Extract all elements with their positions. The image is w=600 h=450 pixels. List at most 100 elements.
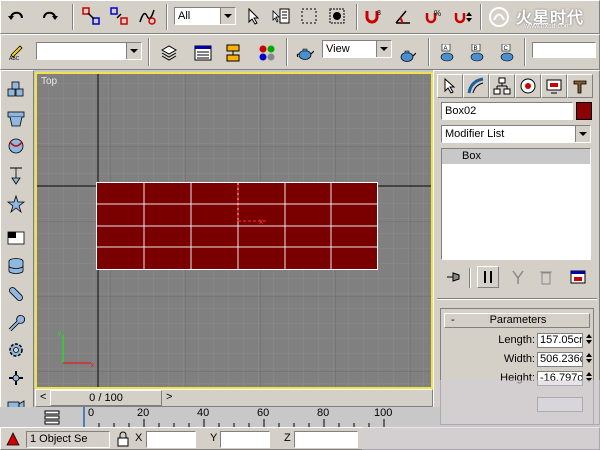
teapot-c-button[interactable]: C bbox=[496, 42, 518, 64]
remove-modifier-button[interactable] bbox=[535, 266, 557, 288]
modifier-stack[interactable]: Box bbox=[441, 148, 591, 260]
redo-button[interactable] bbox=[38, 5, 60, 27]
undo-button[interactable] bbox=[6, 5, 28, 27]
angle-snap-button[interactable] bbox=[392, 5, 414, 27]
selection-filter-value: All bbox=[178, 10, 191, 22]
show-end-result-button[interactable] bbox=[477, 266, 499, 288]
redo-icon bbox=[43, 11, 58, 20]
curve-editor-button[interactable] bbox=[192, 42, 214, 64]
object-color-swatch[interactable] bbox=[576, 102, 592, 120]
teapot-a-button[interactable]: A bbox=[436, 42, 458, 64]
tab-particles[interactable] bbox=[4, 282, 28, 306]
width-field[interactable]: 506.236c bbox=[537, 352, 583, 367]
tab-cylinder[interactable] bbox=[4, 254, 28, 278]
tick-label: 60 bbox=[257, 407, 270, 419]
maxscript-listener-button[interactable] bbox=[4, 430, 22, 448]
spinner-snap-button[interactable] bbox=[452, 5, 474, 27]
shapes-icon bbox=[7, 111, 25, 127]
tab-objects[interactable] bbox=[4, 78, 28, 102]
named-selection-button[interactable]: ABC bbox=[6, 40, 28, 62]
viewport-top[interactable]: Top x y x bbox=[35, 72, 433, 389]
tab-modifiers[interactable] bbox=[4, 226, 28, 250]
select-by-name-button[interactable] bbox=[270, 5, 292, 27]
track-bar[interactable]: 0 20 40 60 80 100 bbox=[0, 407, 440, 427]
time-next-button[interactable]: > bbox=[166, 391, 172, 403]
viewport-label[interactable]: Top bbox=[41, 76, 57, 87]
lock-icon bbox=[117, 431, 129, 447]
region-select-button[interactable] bbox=[298, 5, 320, 27]
length-spinner[interactable] bbox=[584, 333, 593, 348]
time-slider-thumb[interactable]: 0 / 100 bbox=[50, 390, 162, 406]
tab-compounds[interactable] bbox=[4, 134, 28, 158]
pin-stack-button[interactable] bbox=[443, 266, 465, 288]
width-row: Width: 506.236c bbox=[441, 352, 595, 368]
box-segments: x bbox=[97, 183, 377, 269]
pin-icon bbox=[447, 272, 460, 282]
display-icon bbox=[546, 79, 562, 94]
bind-space-warp-button[interactable] bbox=[136, 5, 158, 27]
panel-divider bbox=[437, 298, 597, 300]
tab-display[interactable] bbox=[541, 74, 567, 98]
box-object[interactable]: x bbox=[96, 182, 378, 270]
time-prev-button[interactable]: < bbox=[40, 391, 46, 403]
y-coord-field[interactable] bbox=[220, 431, 270, 448]
teapot-b-button[interactable]: B bbox=[466, 42, 488, 64]
chevron-down-icon bbox=[575, 126, 590, 142]
render-button[interactable] bbox=[294, 42, 316, 64]
filters-button[interactable] bbox=[42, 407, 62, 427]
tab-dynamics[interactable] bbox=[4, 338, 28, 362]
material-editor-button[interactable] bbox=[256, 42, 278, 64]
named-selection-sets-dropdown[interactable] bbox=[36, 42, 142, 60]
layers-button[interactable] bbox=[158, 42, 180, 64]
track-view-icon bbox=[194, 45, 212, 61]
quick-render-button[interactable] bbox=[396, 44, 418, 66]
percent-snap-icon: % bbox=[425, 9, 441, 24]
svg-text:x: x bbox=[91, 363, 94, 369]
select-object-button[interactable] bbox=[242, 5, 264, 27]
schematic-view-button[interactable] bbox=[222, 42, 244, 64]
toolbar-separator bbox=[428, 38, 430, 66]
z-coord-field[interactable] bbox=[294, 431, 358, 448]
percent-snap-button[interactable]: % bbox=[422, 5, 444, 27]
tab-lights[interactable] bbox=[4, 164, 28, 188]
make-unique-button[interactable] bbox=[507, 266, 529, 288]
unlink-selection-button[interactable] bbox=[108, 5, 130, 27]
modifier-list-dropdown[interactable]: Modifier List bbox=[441, 125, 591, 143]
object-name-field[interactable]: Box02 bbox=[441, 102, 573, 120]
end-result-icon bbox=[484, 271, 492, 283]
tab-bones[interactable] bbox=[4, 366, 28, 390]
tab-utilities[interactable] bbox=[567, 74, 593, 98]
length-field[interactable]: 157.05cr bbox=[537, 333, 583, 348]
tab-shapes[interactable] bbox=[4, 106, 28, 130]
tab-reactors[interactable] bbox=[4, 310, 28, 334]
tab-hierarchy[interactable] bbox=[489, 74, 515, 98]
snap-toggle-button[interactable]: 3 bbox=[362, 5, 384, 27]
teapot-b-icon: B bbox=[470, 44, 484, 62]
stack-item-box[interactable]: Box bbox=[442, 149, 590, 164]
filters-icon bbox=[44, 410, 60, 425]
window-crossing-button[interactable] bbox=[326, 5, 348, 27]
selection-filter-dropdown[interactable]: All bbox=[174, 7, 236, 25]
configure-sets-button[interactable] bbox=[567, 266, 589, 288]
teapot-icon bbox=[296, 48, 314, 60]
toolbar-separator bbox=[166, 4, 168, 30]
reference-coordinate-dropdown[interactable]: View bbox=[322, 40, 392, 58]
select-by-name-icon bbox=[272, 8, 290, 24]
selection-lock-button[interactable] bbox=[114, 430, 132, 448]
parameters-rollout-header[interactable]: - Parameters bbox=[444, 313, 590, 328]
configure-icon bbox=[570, 270, 586, 284]
x-coord-field[interactable] bbox=[146, 431, 196, 448]
unlink-icon bbox=[110, 7, 128, 25]
tab-helpers[interactable] bbox=[4, 192, 28, 216]
z-coord-label: Z bbox=[284, 432, 291, 444]
tab-modify[interactable] bbox=[463, 74, 489, 98]
tick-label: 80 bbox=[317, 407, 330, 419]
magnet-3-icon: 3 bbox=[365, 10, 381, 24]
select-and-link-button[interactable] bbox=[80, 5, 102, 27]
tab-motion[interactable] bbox=[515, 74, 541, 98]
toolbar-field[interactable] bbox=[532, 42, 596, 58]
tab-create[interactable] bbox=[437, 74, 463, 98]
width-spinner[interactable] bbox=[584, 352, 593, 367]
teapot-a-icon: A bbox=[440, 44, 454, 62]
toolbar-separator bbox=[72, 4, 74, 30]
